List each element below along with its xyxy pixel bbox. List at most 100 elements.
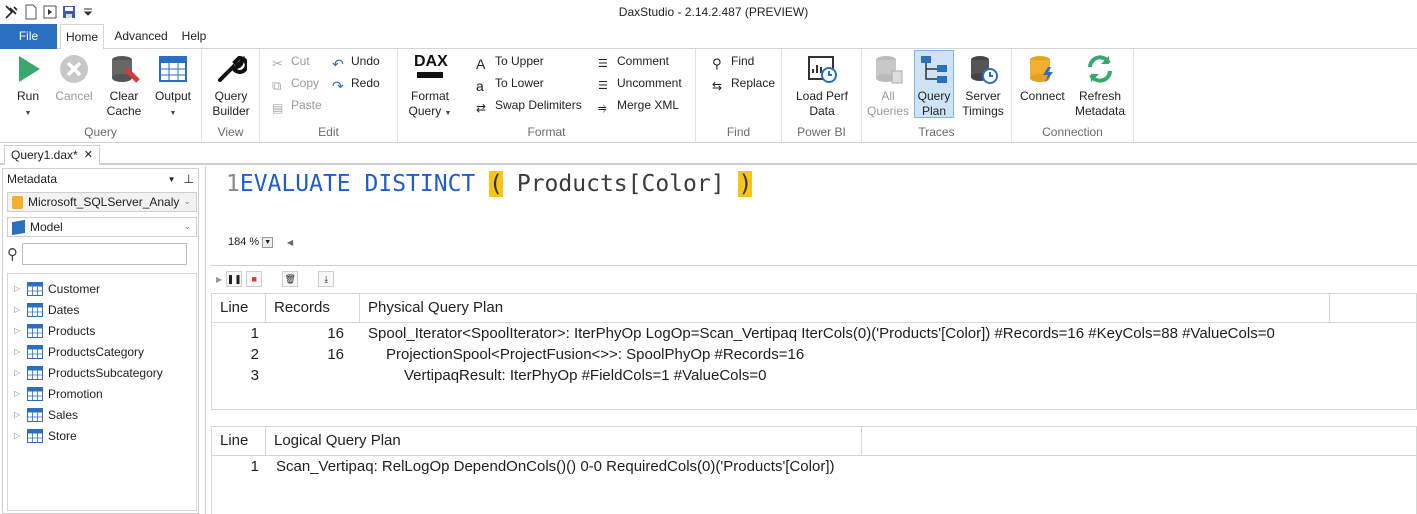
document-tab[interactable]: Query1.dax* ✕ bbox=[4, 145, 100, 165]
uncomment-label: Uncomment bbox=[617, 76, 682, 90]
table-node[interactable]: ▷ Customer bbox=[8, 278, 196, 299]
expand-icon[interactable]: ▷ bbox=[14, 431, 22, 440]
tab-help[interactable]: Help bbox=[177, 24, 211, 49]
redo-button[interactable]: ↷ Redo bbox=[332, 73, 380, 94]
expand-icon[interactable]: ▷ bbox=[14, 305, 22, 314]
scroll-left-icon[interactable]: ◀ bbox=[287, 238, 293, 247]
column-header-line[interactable]: Line bbox=[212, 294, 266, 323]
metadata-panel: Metadata ▼ ⊥ Microsoft_SQLServer_Analy ⌄… bbox=[2, 168, 199, 514]
table-name: Promotion bbox=[48, 386, 103, 401]
tab-file[interactable]: File bbox=[0, 24, 57, 49]
plan-row[interactable]: 3 VertipaqResult: IterPhyOp #FieldCols=1 … bbox=[212, 365, 1416, 386]
column-header-physical-plan[interactable]: Physical Query Plan bbox=[360, 294, 1330, 323]
query-builder-button[interactable]: Query Builder bbox=[209, 51, 253, 119]
table-icon bbox=[27, 365, 43, 380]
plan-records: 16 bbox=[327, 325, 344, 342]
code-line[interactable]: 1EVALUATE DISTINCT ( Products[Color] ) bbox=[226, 171, 753, 197]
cancel-button[interactable]: Cancel bbox=[52, 51, 96, 104]
all-queries-label-2: Queries bbox=[866, 104, 910, 118]
uncomment-button[interactable]: ☰ Uncomment bbox=[598, 73, 682, 93]
copy-button[interactable]: ⧉ Copy bbox=[272, 73, 319, 93]
zoom-control[interactable]: 184 % ▼ bbox=[228, 236, 274, 248]
plan-operator: Scan_Vertipaq: RelLogOp DependOnCols()()… bbox=[276, 458, 835, 475]
database-selector[interactable]: Microsoft_SQLServer_Analy ⌄ bbox=[7, 192, 197, 212]
pin-icon[interactable]: ⊥ bbox=[184, 172, 194, 186]
table-name: Store bbox=[48, 428, 77, 443]
expand-icon[interactable]: ▷ bbox=[14, 410, 22, 419]
table-icon bbox=[27, 302, 43, 317]
merge-xml-button[interactable]: ⥤ Merge XML bbox=[598, 95, 679, 115]
table-icon bbox=[27, 281, 43, 296]
run-button[interactable]: Run ▼ bbox=[6, 51, 50, 121]
keyword-distinct: DISTINCT bbox=[364, 171, 476, 197]
expand-icon[interactable]: ▷ bbox=[14, 347, 22, 356]
scissors-icon: ✂ bbox=[272, 56, 283, 71]
tab-advanced[interactable]: Advanced bbox=[110, 24, 172, 49]
clear-trace-icon[interactable]: 🗑 bbox=[282, 271, 299, 287]
plan-row[interactable]: 2 16 ProjectionSpool<ProjectFusion<>>: Spo… bbox=[212, 344, 1416, 365]
database-icon bbox=[12, 195, 23, 209]
tab-home[interactable]: Home bbox=[60, 24, 104, 50]
metadata-tree: ▷ Customer ▷ Dates ▷ Products ▷ ProductsCategor… bbox=[7, 273, 197, 511]
query-editor[interactable]: 1EVALUATE DISTINCT ( Products[Color] ) 1… bbox=[210, 166, 1417, 260]
table-node[interactable]: ▷ Sales bbox=[8, 404, 196, 425]
plan-row[interactable]: 1 Scan_Vertipaq: RelLogOp DependOnCols()(… bbox=[212, 456, 1416, 477]
search-icon: ⚲ bbox=[712, 56, 722, 71]
pause-icon[interactable]: ❚❚ bbox=[226, 271, 243, 287]
undo-button[interactable]: ↶ Undo bbox=[332, 51, 380, 72]
table-node[interactable]: ▷ Promotion bbox=[8, 383, 196, 404]
server-timings-button[interactable]: Server Timings bbox=[958, 51, 1008, 119]
table-node[interactable]: ▷ ProductsCategory bbox=[8, 341, 196, 362]
comment-button[interactable]: ☰ Comment bbox=[598, 51, 669, 71]
model-selector[interactable]: Model ⌄ bbox=[7, 217, 197, 237]
table-node[interactable]: ▷ Dates bbox=[8, 299, 196, 320]
export-icon[interactable]: ⤓ bbox=[318, 271, 335, 287]
connect-button[interactable]: Connect bbox=[1020, 51, 1065, 104]
to-lower-button[interactable]: a To Lower bbox=[476, 73, 544, 94]
replace-button[interactable]: ⇆ Replace bbox=[712, 73, 775, 93]
to-upper-button[interactable]: A To Upper bbox=[476, 51, 544, 72]
plan-records bbox=[264, 365, 356, 386]
expand-icon[interactable]: ▷ bbox=[14, 284, 22, 293]
all-queries-button[interactable]: All Queries bbox=[866, 51, 910, 119]
column-reference: Products[Color] bbox=[516, 171, 725, 197]
table-node[interactable]: ▷ Products bbox=[8, 320, 196, 341]
column-header-logical-plan[interactable]: Logical Query Plan bbox=[266, 427, 862, 456]
clear-cache-button[interactable]: Clear Cache bbox=[102, 51, 146, 119]
stop-icon[interactable]: ■ bbox=[246, 271, 263, 287]
chevron-down-icon: ▼ bbox=[24, 110, 32, 117]
chevron-down-icon[interactable]: ▼ bbox=[262, 236, 274, 248]
expand-icon[interactable]: ▷ bbox=[14, 389, 22, 398]
format-query-button[interactable]: DAX Format Query ▼ bbox=[408, 51, 452, 121]
query-plan-button[interactable]: Query Plan bbox=[914, 50, 954, 118]
column-header-records[interactable]: Records bbox=[266, 294, 360, 323]
expand-icon[interactable]: ▷ bbox=[14, 368, 22, 377]
find-button[interactable]: ⚲ Find bbox=[712, 51, 754, 71]
close-icon[interactable]: ✕ bbox=[84, 146, 93, 165]
group-label-connection: Connection bbox=[1042, 125, 1103, 139]
document-tab-label: Query1.dax* bbox=[11, 148, 78, 162]
refresh-metadata-button[interactable]: Refresh Metadata bbox=[1072, 51, 1128, 119]
output-button[interactable]: Output ▼ bbox=[151, 51, 195, 121]
table-icon bbox=[27, 386, 43, 401]
refresh-metadata-label-1: Refresh bbox=[1078, 89, 1122, 103]
dropdown-icon[interactable]: ▼ bbox=[168, 175, 176, 184]
search-icon: ⚲ bbox=[7, 246, 18, 263]
table-node[interactable]: ▷ Store bbox=[8, 425, 196, 446]
swap-delimiters-button[interactable]: ⇄ Swap Delimiters bbox=[476, 95, 582, 115]
load-perf-data-button[interactable]: Load Perf Data bbox=[792, 51, 852, 119]
metadata-search-input[interactable] bbox=[22, 243, 187, 265]
table-node[interactable]: ▷ ProductsSubcategory bbox=[8, 362, 196, 383]
column-header-line[interactable]: Line bbox=[212, 427, 266, 456]
paste-button[interactable]: ▤ Paste bbox=[272, 95, 322, 115]
cut-button[interactable]: ✂ Cut bbox=[272, 51, 310, 71]
to-upper-label: To Upper bbox=[495, 54, 544, 68]
plan-row[interactable]: 1 16 Spool_Iterator<SpoolIterator>: IterPh… bbox=[212, 323, 1416, 344]
expand-icon[interactable]: ▷ bbox=[14, 326, 22, 335]
model-cube-icon bbox=[12, 219, 25, 235]
ribbon-group-query: Run ▼ Cancel Clear Cache Output ▼ Query bbox=[0, 49, 202, 143]
query-plan-toolbar: ▶ ❚❚ ■ 🗑 ⤓ bbox=[210, 268, 335, 290]
open-paren: ( bbox=[489, 171, 503, 197]
panel-splitter[interactable] bbox=[205, 166, 206, 514]
ribbon-group-traces: All Queries Query Plan Server Timings Trace… bbox=[862, 49, 1012, 143]
